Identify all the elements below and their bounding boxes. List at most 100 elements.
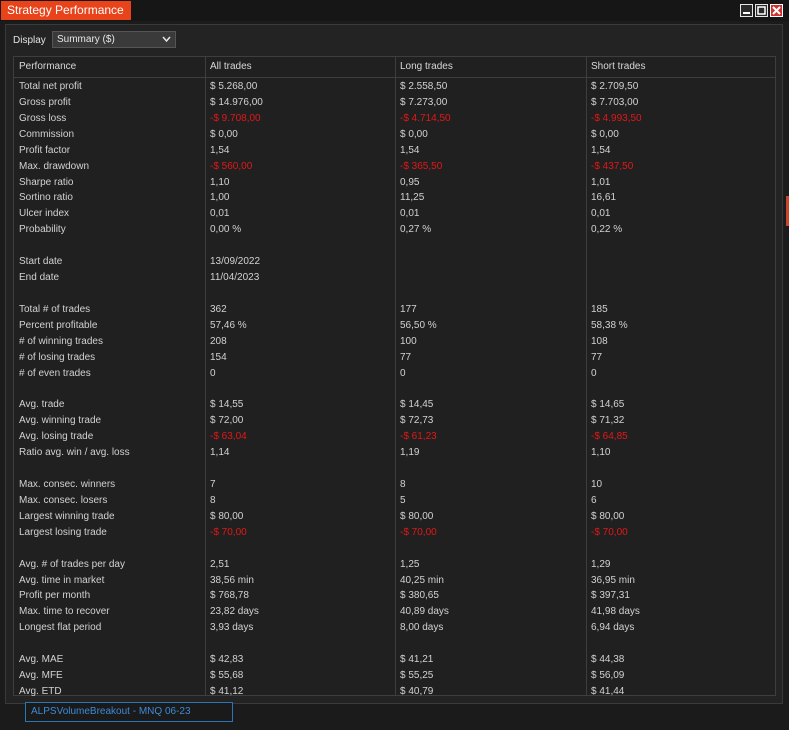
table-cell: -$ 4.714,50 bbox=[400, 112, 451, 124]
table-cell: $ 2.558,50 bbox=[400, 81, 448, 92]
table-cell: 1,01 bbox=[591, 176, 611, 188]
table-cell: 177 bbox=[400, 303, 417, 315]
table-cell: 16,61 bbox=[591, 192, 617, 204]
table-cell: 40,89 days bbox=[400, 606, 449, 618]
table-cell: -$ 70,00 bbox=[591, 526, 628, 538]
row-label: Avg. MAE bbox=[19, 654, 64, 666]
header-performance[interactable]: Performance bbox=[19, 61, 76, 72]
table-cell: 0,22 % bbox=[591, 224, 623, 236]
table-cell: $ 41,12 bbox=[210, 685, 244, 697]
row-label: Total net profit bbox=[19, 81, 82, 92]
table-cell: 38,56 min bbox=[210, 574, 254, 586]
table-cell: $ 55,25 bbox=[400, 670, 434, 682]
table-cell: $ 80,00 bbox=[400, 510, 434, 522]
close-button[interactable] bbox=[770, 4, 783, 17]
row-label: Avg. winning trade bbox=[19, 415, 102, 427]
row-label: Max. consec. winners bbox=[19, 479, 116, 490]
table-cell: $ 80,00 bbox=[591, 510, 625, 522]
table-cell: 362 bbox=[210, 303, 227, 315]
table-cell: $ 56,09 bbox=[591, 670, 625, 682]
row-label: Gross profit bbox=[19, 96, 71, 108]
table-cell: 0,01 bbox=[591, 208, 611, 220]
table-cell: 6,94 days bbox=[591, 622, 635, 634]
column-divider bbox=[586, 57, 587, 695]
row-label: Max. time to recover bbox=[19, 606, 110, 618]
table-cell: $ 14.976,00 bbox=[210, 96, 263, 108]
column-divider bbox=[205, 57, 206, 695]
table-cell: 1,54 bbox=[400, 144, 420, 156]
table-cell: $ 397,31 bbox=[591, 590, 630, 602]
table-cell: 1,54 bbox=[591, 144, 611, 156]
table-cell: 1,10 bbox=[591, 447, 611, 459]
table-cell: 23,82 days bbox=[210, 606, 259, 618]
table-cell: 1,10 bbox=[210, 176, 230, 188]
table-cell: 13/09/2022 bbox=[210, 256, 261, 268]
table-cell: $ 41,44 bbox=[591, 685, 625, 697]
table-cell: 1,29 bbox=[591, 558, 611, 570]
row-label: Avg. time in market bbox=[19, 574, 105, 586]
row-label: Avg. MFE bbox=[19, 670, 63, 682]
row-label: Avg. # of trades per day bbox=[19, 558, 125, 570]
table-cell: 57,46 % bbox=[210, 319, 247, 331]
table-cell: 77 bbox=[591, 351, 603, 363]
header-short-trades[interactable]: Short trades bbox=[591, 61, 645, 72]
table-cell: 0,27 % bbox=[400, 224, 432, 236]
table-cell: 58,38 % bbox=[591, 319, 628, 331]
table-cell: 108 bbox=[591, 335, 608, 347]
table-cell: $ 72,00 bbox=[210, 415, 244, 427]
minimize-button[interactable] bbox=[740, 4, 753, 17]
row-label: # of even trades bbox=[19, 367, 91, 379]
header-all-trades[interactable]: All trades bbox=[210, 61, 252, 72]
header-long-trades[interactable]: Long trades bbox=[400, 61, 453, 72]
table-cell: 56,50 % bbox=[400, 319, 437, 331]
table-cell: 3,93 days bbox=[210, 622, 254, 634]
display-dropdown[interactable]: Summary ($) bbox=[52, 31, 176, 48]
table-cell: 1,54 bbox=[210, 144, 230, 156]
table-cell: 77 bbox=[400, 351, 412, 363]
table-cell: 0 bbox=[591, 367, 597, 379]
table-cell: -$ 70,00 bbox=[210, 526, 247, 538]
column-divider bbox=[395, 57, 396, 695]
display-selected: Summary ($) bbox=[57, 34, 115, 45]
table-cell: 154 bbox=[210, 351, 227, 363]
table-cell: -$ 70,00 bbox=[400, 526, 437, 538]
table-cell: $ 14,45 bbox=[400, 399, 434, 411]
table-cell: 40,25 min bbox=[400, 574, 444, 586]
table-cell: -$ 365,50 bbox=[400, 160, 443, 172]
row-label: Sortino ratio bbox=[19, 192, 73, 204]
table-cell: 100 bbox=[400, 335, 417, 347]
table-cell: 1,14 bbox=[210, 447, 230, 459]
row-label: # of losing trades bbox=[19, 351, 96, 363]
table-cell: 36,95 min bbox=[591, 574, 635, 586]
header-divider bbox=[14, 77, 775, 78]
row-label: Start date bbox=[19, 256, 63, 268]
table-cell: 0,01 bbox=[400, 208, 420, 220]
row-label: Total # of trades bbox=[19, 303, 91, 315]
table-cell: $ 2.709,50 bbox=[591, 81, 639, 92]
table-cell: $ 44,38 bbox=[591, 654, 625, 666]
table-cell: -$ 64,85 bbox=[591, 431, 628, 443]
table-cell: $ 768,78 bbox=[210, 590, 249, 602]
table-cell: $ 72,73 bbox=[400, 415, 434, 427]
performance-table: Performance All trades Long trades Short… bbox=[13, 56, 776, 697]
row-label: # of winning trades bbox=[19, 335, 103, 347]
maximize-button[interactable] bbox=[755, 4, 768, 17]
row-label: Longest flat period bbox=[19, 622, 102, 634]
table-cell: $ 0,00 bbox=[210, 128, 238, 140]
maximize-icon bbox=[757, 6, 766, 15]
table-cell: $ 14,65 bbox=[591, 399, 625, 411]
table-cell: $ 5.268,00 bbox=[210, 81, 258, 92]
row-label: Profit factor bbox=[19, 144, 71, 156]
table-cell: 208 bbox=[210, 335, 227, 347]
table-cell: -$ 63,04 bbox=[210, 431, 247, 443]
table-cell: $ 42,83 bbox=[210, 654, 244, 666]
minimize-icon bbox=[743, 12, 750, 14]
row-label: Avg. losing trade bbox=[19, 431, 94, 443]
table-cell: -$ 4.993,50 bbox=[591, 112, 642, 124]
strategy-tab[interactable]: ALPSVolumeBreakout - MNQ 06-23 bbox=[25, 702, 233, 722]
row-label: Largest winning trade bbox=[19, 510, 115, 522]
table-cell: 10 bbox=[591, 479, 603, 490]
table-cell: 2,51 bbox=[210, 558, 230, 570]
chevron-down-icon bbox=[162, 36, 171, 43]
row-label: Ulcer index bbox=[19, 208, 70, 220]
